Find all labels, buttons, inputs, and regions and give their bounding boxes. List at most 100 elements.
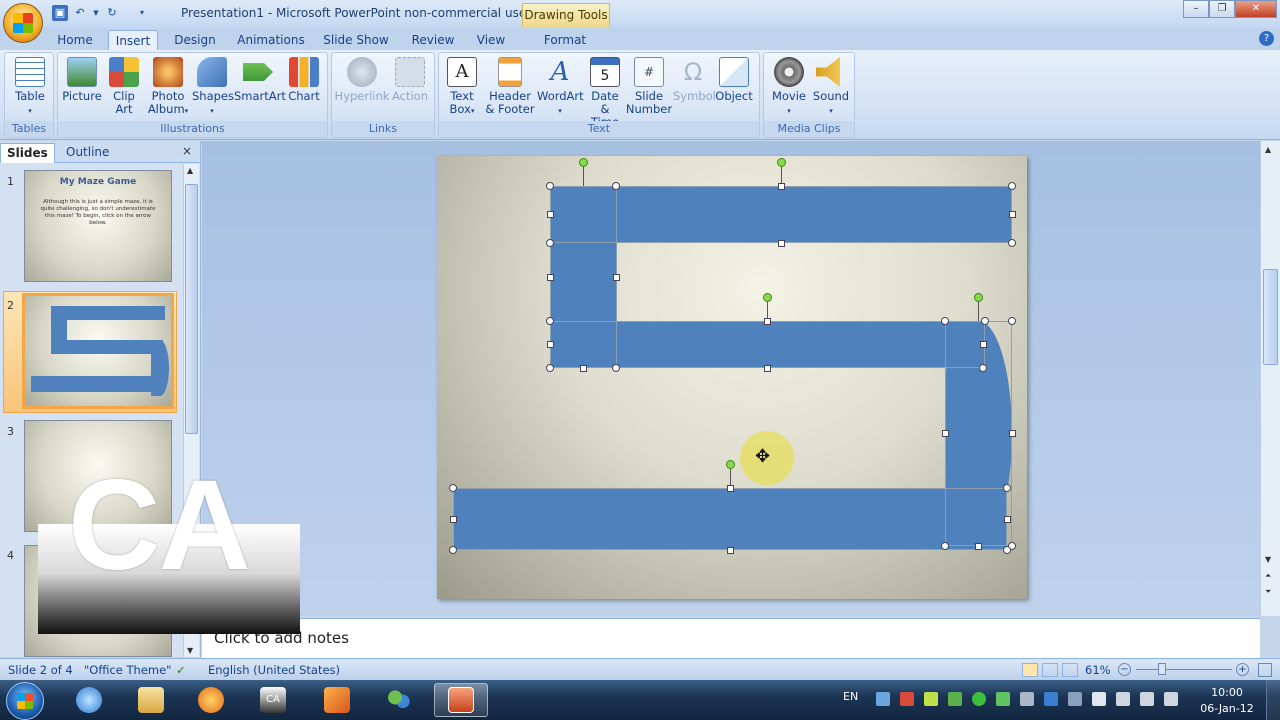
- taskbar-app-orange[interactable]: [310, 683, 364, 717]
- scrollbar-thumb[interactable]: [185, 184, 198, 434]
- taskbar-file-explorer[interactable]: [124, 683, 178, 717]
- tab-slides[interactable]: Slides: [0, 143, 55, 163]
- rotation-handle[interactable]: [578, 157, 588, 167]
- system-clock[interactable]: 10:00 06-Jan-12: [1198, 685, 1256, 717]
- resize-handle[interactable]: [1008, 429, 1016, 437]
- taskbar-media-player[interactable]: [184, 683, 238, 717]
- header-footer-button[interactable]: Header & Footer: [483, 57, 537, 116]
- resize-handle[interactable]: [579, 364, 587, 372]
- table-button[interactable]: Table ▾: [11, 57, 49, 118]
- wordart-button[interactable]: A WordArt ▾: [537, 57, 584, 118]
- picture-button[interactable]: Picture: [60, 57, 104, 103]
- previous-slide-icon[interactable]: ⏶: [1265, 571, 1271, 581]
- resize-handle[interactable]: [1008, 317, 1016, 325]
- resize-handle[interactable]: [546, 364, 554, 372]
- text-box-button[interactable]: A Text Box▾: [443, 57, 481, 118]
- tray-icon[interactable]: [1068, 692, 1082, 706]
- taskbar-ca-app[interactable]: CA: [246, 683, 300, 717]
- language-indicator[interactable]: English (United States): [208, 663, 340, 677]
- resize-handle[interactable]: [1008, 239, 1016, 247]
- tray-icon[interactable]: [900, 692, 914, 706]
- resize-handle[interactable]: [449, 515, 457, 523]
- tray-icon[interactable]: [948, 692, 962, 706]
- spelling-check-icon[interactable]: ✓: [176, 663, 186, 677]
- rotation-handle[interactable]: [776, 157, 786, 167]
- office-button[interactable]: [3, 3, 43, 43]
- show-desktop-button[interactable]: [1266, 680, 1280, 720]
- slide-thumbnail-2[interactable]: [22, 293, 174, 409]
- resize-handle[interactable]: [546, 210, 554, 218]
- undo-icon[interactable]: ↶: [72, 5, 88, 21]
- resize-handle[interactable]: [777, 239, 785, 247]
- tray-icon[interactable]: [1044, 692, 1058, 706]
- rotation-handle[interactable]: [973, 292, 983, 302]
- close-pane-icon[interactable]: ×: [182, 144, 192, 158]
- theme-name[interactable]: "Office Theme": [84, 663, 171, 677]
- taskbar-app-people[interactable]: [372, 683, 426, 717]
- resize-handle[interactable]: [981, 317, 989, 325]
- slide-number-button[interactable]: # Slide Number: [625, 57, 673, 116]
- resize-handle[interactable]: [612, 273, 620, 281]
- resize-handle[interactable]: [777, 182, 785, 190]
- scroll-up-arrow-icon[interactable]: ▲: [187, 166, 193, 175]
- smartart-button[interactable]: SmartArt: [234, 57, 286, 103]
- tray-icon[interactable]: [876, 692, 890, 706]
- restore-button[interactable]: ❐: [1209, 0, 1235, 18]
- minimize-button[interactable]: –: [1183, 0, 1209, 18]
- movie-button[interactable]: Movie ▾: [768, 57, 810, 118]
- resize-handle[interactable]: [546, 340, 554, 348]
- scroll-down-arrow-icon[interactable]: ▼: [187, 646, 193, 655]
- scroll-down-arrow-icon[interactable]: ▼: [1265, 555, 1271, 564]
- slide-canvas[interactable]: [437, 156, 1027, 599]
- tab-outline[interactable]: Outline: [60, 143, 115, 163]
- customize-qat-icon[interactable]: ▾: [134, 5, 150, 21]
- slide-thumbnail-1[interactable]: My Maze Game Although this is just a sim…: [24, 170, 172, 282]
- scroll-up-arrow-icon[interactable]: ▲: [1265, 145, 1271, 154]
- help-icon[interactable]: ?: [1259, 31, 1274, 46]
- resize-handle[interactable]: [546, 273, 554, 281]
- vertical-scrollbar[interactable]: ▲ ▼ ⏶ ⏷: [1260, 141, 1280, 616]
- network-icon[interactable]: [1140, 692, 1154, 706]
- tab-design[interactable]: Design: [168, 30, 222, 50]
- resize-handle[interactable]: [546, 317, 554, 325]
- rotation-handle[interactable]: [725, 459, 735, 469]
- tab-insert[interactable]: Insert: [108, 30, 158, 50]
- zoom-out-icon[interactable]: −: [1118, 663, 1131, 676]
- fit-to-window-icon[interactable]: [1258, 663, 1272, 677]
- resize-handle[interactable]: [979, 364, 987, 372]
- notes-pane[interactable]: Click to add notes: [202, 618, 1260, 658]
- date-time-button[interactable]: 5 Date& Time: [585, 57, 625, 129]
- save-icon[interactable]: ▣: [52, 5, 68, 21]
- resize-handle[interactable]: [979, 340, 987, 348]
- action-button[interactable]: Action: [390, 57, 430, 103]
- input-language[interactable]: EN: [843, 690, 858, 703]
- tab-slide-show[interactable]: Slide Show: [320, 30, 392, 50]
- tab-animations[interactable]: Animations: [234, 30, 308, 50]
- tray-icon[interactable]: [924, 692, 938, 706]
- tray-icon[interactable]: [972, 692, 986, 706]
- shapes-button[interactable]: Shapes ▾: [192, 57, 234, 118]
- resize-handle[interactable]: [1003, 484, 1011, 492]
- resize-handle[interactable]: [974, 542, 982, 550]
- resize-handle[interactable]: [1008, 210, 1016, 218]
- zoom-slider[interactable]: [1136, 669, 1232, 670]
- zoom-in-icon[interactable]: +: [1236, 663, 1249, 676]
- resize-handle[interactable]: [941, 542, 949, 550]
- resize-handle[interactable]: [763, 364, 771, 372]
- volume-icon[interactable]: [1164, 692, 1178, 706]
- resize-handle[interactable]: [449, 484, 457, 492]
- scrollbar-thumb[interactable]: [1263, 269, 1278, 365]
- next-slide-icon[interactable]: ⏷: [1265, 587, 1271, 597]
- resize-handle[interactable]: [726, 546, 734, 554]
- taskbar-powerpoint[interactable]: [434, 683, 488, 717]
- resize-handle[interactable]: [941, 317, 949, 325]
- tab-format[interactable]: Format: [534, 30, 596, 50]
- tray-icon[interactable]: [996, 692, 1010, 706]
- close-button[interactable]: ✕: [1235, 0, 1277, 18]
- undo-dropdown-icon[interactable]: ▼: [92, 5, 100, 21]
- tray-icon[interactable]: [1116, 692, 1130, 706]
- taskbar-internet-explorer[interactable]: [62, 683, 116, 717]
- clip-art-button[interactable]: Clip Art: [106, 57, 142, 116]
- normal-view-icon[interactable]: [1022, 663, 1038, 677]
- sound-button[interactable]: Sound ▾: [810, 57, 852, 118]
